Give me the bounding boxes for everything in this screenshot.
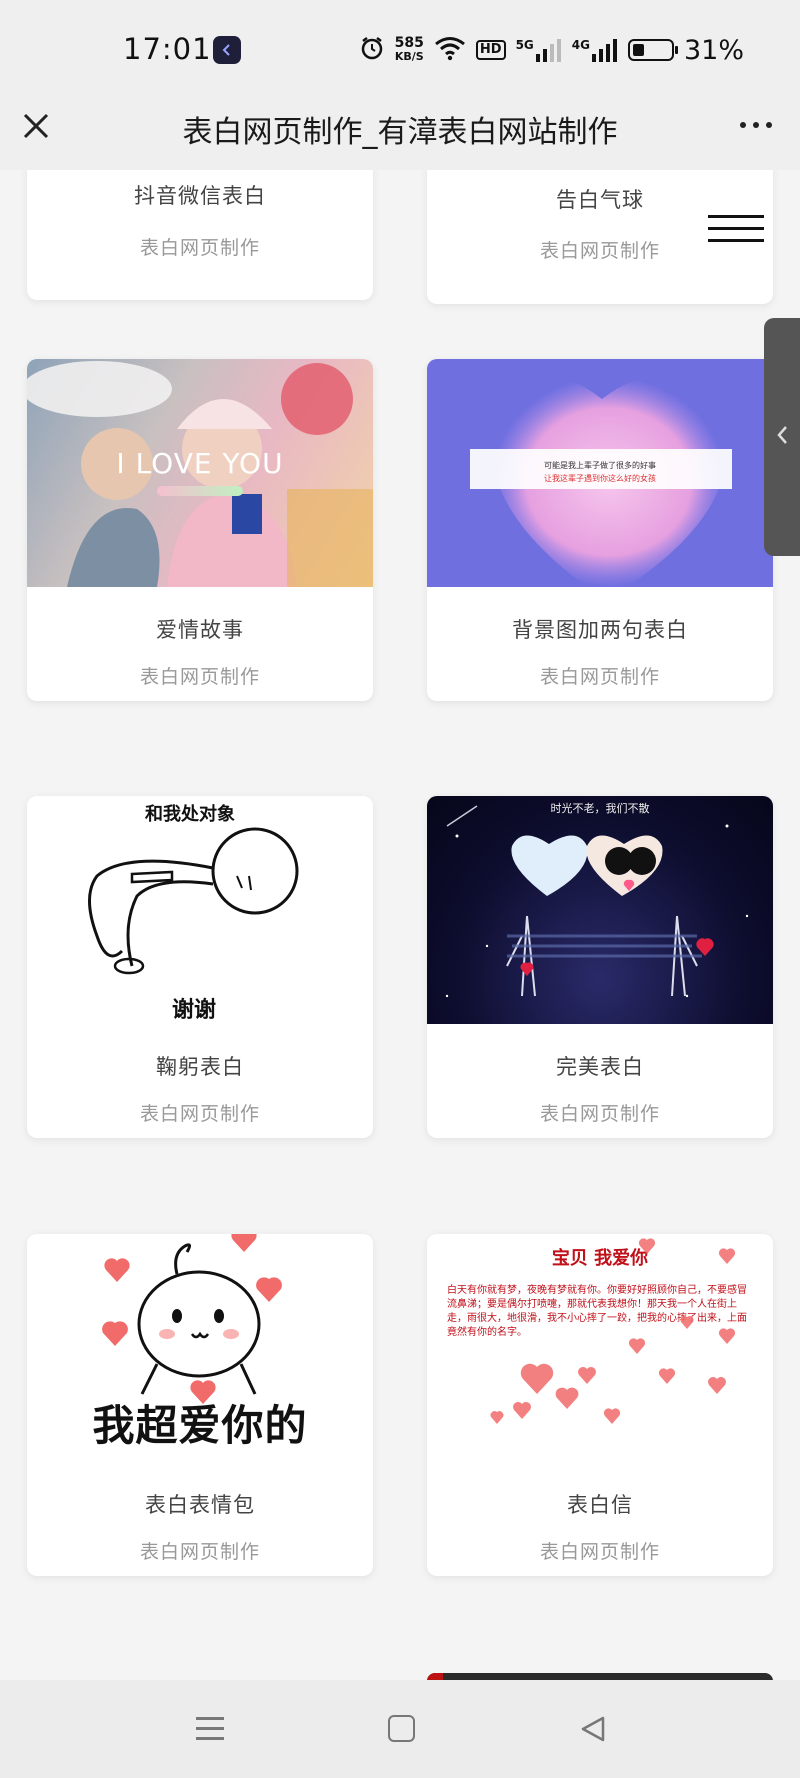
- app-notification-icon: [213, 36, 241, 64]
- card-thumbnail: 时光不老，我们不散: [427, 796, 773, 1024]
- system-nav-bar: [0, 1680, 800, 1778]
- card-subtitle: 表白网页制作: [139, 1103, 260, 1125]
- card-subtitle: 表白网页制作: [539, 1541, 660, 1563]
- wifi-icon: [434, 35, 466, 65]
- page-title: 表白网页制作_有漳表白网站制作: [182, 115, 618, 150]
- card-thumbnail: 和我处对象 谢谢: [27, 796, 373, 1024]
- signal-4g-icon: 4G: [572, 38, 618, 62]
- status-time: 17:01: [123, 32, 212, 66]
- next-card-edge[interactable]: [427, 1673, 773, 1680]
- status-bar: 17:01 585 KB/S HD 5G 4G 31%: [0, 0, 800, 100]
- thumb-bottom-text: 谢谢: [171, 998, 216, 1023]
- card-subtitle: 表白网页制作: [539, 1103, 660, 1125]
- battery-icon: [627, 39, 678, 61]
- card-subtitle: 表白网页制作: [139, 666, 260, 688]
- card-subtitle: 表白网页制作: [139, 1541, 260, 1563]
- card-title: 告白气球: [556, 188, 644, 212]
- template-card[interactable]: I LOVE YOU 爱情故事 表白网页制作: [27, 359, 373, 701]
- alarm-icon: [359, 35, 385, 65]
- side-drawer-tab[interactable]: [764, 318, 800, 556]
- card-title: 表白表情包: [145, 1493, 255, 1517]
- signal-5g-icon: 5G: [516, 38, 562, 62]
- thumb-line-1: 可能是我上辈子做了很多的好事: [544, 461, 656, 470]
- card-title: 完美表白: [556, 1055, 644, 1079]
- card-title: 鞠躬表白: [156, 1055, 244, 1079]
- template-card[interactable]: 和我处对象 谢谢 鞠躬表白 表白网页制作: [27, 796, 373, 1138]
- card-subtitle: 表白网页制作: [139, 237, 260, 259]
- net-speed: 585 KB/S: [394, 35, 424, 63]
- template-card[interactable]: 可能是我上辈子做了很多的好事 让我这辈子遇到你这么好的女孩 背景图加两句表白 表…: [427, 359, 773, 701]
- thumb-line-2: 让我这辈子遇到你这么好的女孩: [544, 474, 656, 483]
- template-card[interactable]: 时光不老，我们不散 完美表白 表白网页制作: [427, 796, 773, 1138]
- card-thumbnail: I LOVE YOU: [27, 359, 373, 587]
- thumb-emoji-text: 我超爱你的: [92, 1401, 308, 1450]
- template-card[interactable]: 我超爱你的 表白表情包 表白网页制作: [27, 1234, 373, 1576]
- browser-app-bar: 表白网页制作_有漳表白网站制作: [0, 100, 800, 170]
- card-title: 背景图加两句表白: [512, 618, 688, 642]
- thumb-love-text: I LOVE YOU: [116, 447, 284, 480]
- template-grid[interactable]: 抖音微信表白 表白网页制作 告白气球 表白网页制作 I LOVE YOU 爱情故…: [0, 170, 800, 1680]
- recent-apps-icon[interactable]: [196, 1714, 224, 1742]
- home-icon[interactable]: [388, 1715, 415, 1742]
- card-thumbnail: 宝贝 我爱你 白天有你就有梦，夜晚有梦就有你。你要好好照顾你自己，不要感冒流鼻涕…: [427, 1234, 773, 1462]
- card-thumbnail: 可能是我上辈子做了很多的好事 让我这辈子遇到你这么好的女孩: [427, 359, 773, 587]
- menu-icon[interactable]: [708, 215, 764, 245]
- chevron-left-icon: [775, 424, 789, 450]
- battery-percent: 31%: [683, 34, 744, 66]
- card-subtitle: 表白网页制作: [539, 666, 660, 688]
- hd-voice-badge: HD: [475, 40, 506, 60]
- card-title: 抖音微信表白: [134, 184, 266, 208]
- template-card[interactable]: 抖音微信表白 表白网页制作: [27, 170, 373, 300]
- template-card[interactable]: 宝贝 我爱你 白天有你就有梦，夜晚有梦就有你。你要好好照顾你自己，不要感冒流鼻涕…: [427, 1234, 773, 1576]
- card-thumbnail: 我超爱你的: [27, 1234, 373, 1462]
- card-title: 爱情故事: [156, 618, 244, 642]
- card-title: 表白信: [567, 1493, 633, 1517]
- back-icon[interactable]: [578, 1714, 608, 1744]
- more-options-icon[interactable]: [740, 122, 772, 128]
